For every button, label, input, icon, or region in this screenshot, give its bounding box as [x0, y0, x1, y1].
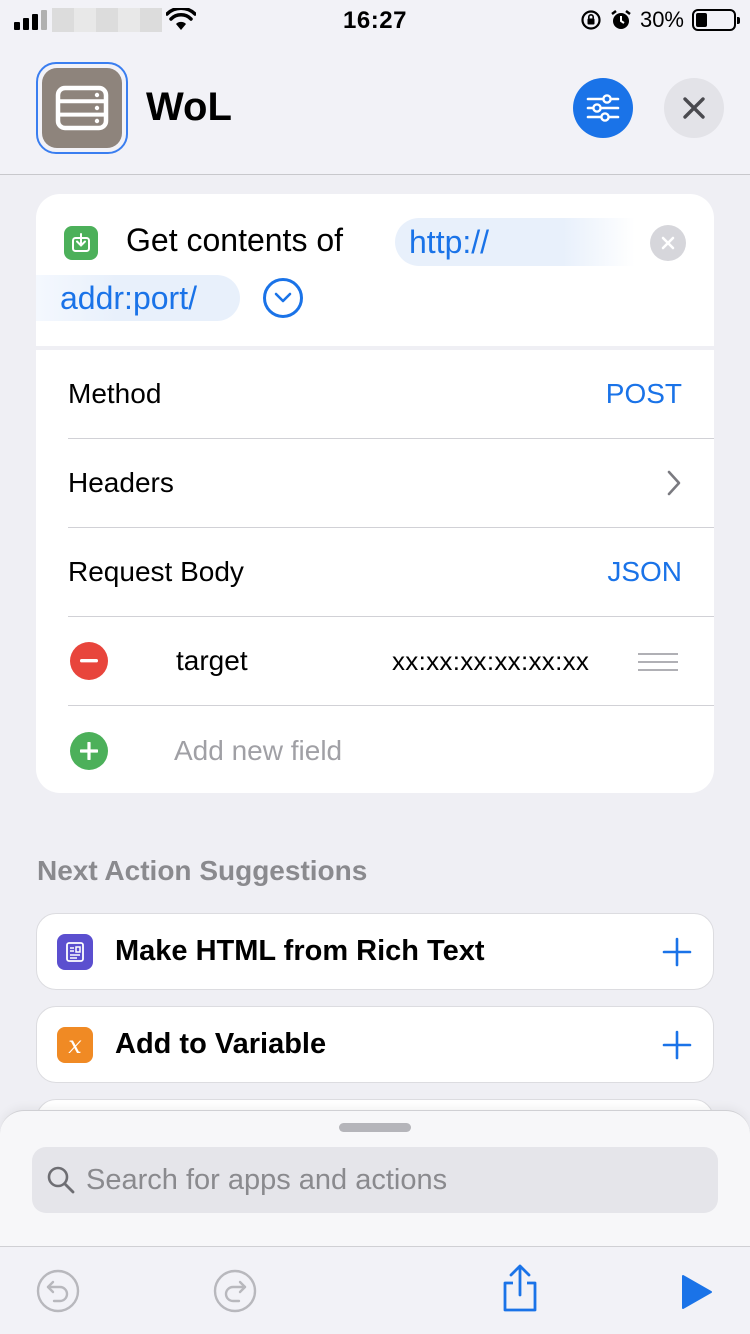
method-row[interactable]: Method POST	[68, 350, 714, 439]
suggestion-label: Add to Variable	[115, 1028, 327, 1060]
field-value[interactable]: xx:xx:xx:xx:xx:xx	[392, 646, 589, 677]
suggestion-add-to-variable[interactable]: x Add to Variable	[36, 1006, 714, 1083]
chevron-right-icon	[667, 470, 681, 496]
shortcut-icon-button[interactable]	[36, 62, 128, 154]
headers-label: Headers	[68, 467, 174, 498]
server-icon	[42, 68, 122, 148]
chevron-down-icon	[274, 292, 292, 303]
undo-icon[interactable]	[36, 1269, 80, 1313]
sheet-grabber[interactable]	[339, 1123, 411, 1132]
editor-toolbar	[0, 1246, 750, 1334]
add-field-row[interactable]: Add new field	[68, 706, 714, 793]
action-prefix: Get contents of	[126, 222, 344, 258]
action-header: Get contents of http:// addr:port/	[36, 194, 714, 346]
expand-options-button[interactable]	[263, 278, 303, 318]
headers-row[interactable]: Headers	[68, 439, 714, 528]
json-field-row: target xx:xx:xx:xx:xx:xx	[68, 617, 714, 706]
settings-button[interactable]	[573, 78, 633, 138]
action-search-sheet	[0, 1110, 750, 1250]
add-field-label: Add new field	[174, 734, 343, 766]
plus-icon[interactable]	[661, 936, 693, 968]
minus-icon	[80, 659, 98, 663]
field-key[interactable]: target	[176, 645, 248, 677]
method-label: Method	[68, 378, 162, 409]
close-icon	[683, 97, 705, 119]
plus-icon[interactable]	[661, 1029, 693, 1061]
request-body-label: Request Body	[68, 556, 244, 587]
play-icon[interactable]	[680, 1273, 714, 1311]
get-contents-action-card: Get contents of http:// addr:port/ Metho…	[36, 194, 714, 793]
search-icon	[47, 1166, 75, 1194]
clear-url-button[interactable]	[650, 225, 686, 261]
drag-handle-icon[interactable]	[638, 652, 678, 672]
orientation-lock-icon	[581, 10, 601, 30]
suggestion-label: Make HTML from Rich Text	[115, 935, 485, 967]
url-token[interactable]: http://	[395, 218, 635, 266]
status-bar: 16:27 30%	[0, 0, 750, 42]
remove-field-button[interactable]	[70, 642, 108, 680]
share-icon[interactable]	[498, 1263, 542, 1313]
close-icon	[661, 236, 675, 250]
battery-percent: 30%	[639, 7, 684, 32]
search-bar[interactable]	[32, 1147, 718, 1213]
battery-icon	[692, 9, 740, 31]
method-value[interactable]: POST	[606, 378, 682, 410]
search-input[interactable]	[86, 1163, 686, 1197]
url-token-continued[interactable]: addr:port/	[36, 275, 240, 321]
add-field-button[interactable]	[70, 731, 108, 770]
sliders-icon	[586, 94, 620, 122]
alarm-icon	[611, 10, 631, 29]
rich-text-icon	[57, 933, 93, 970]
redo-icon[interactable]	[213, 1269, 257, 1313]
variable-icon: x	[57, 1026, 93, 1063]
plus-icon	[80, 741, 98, 760]
battery-fill	[696, 13, 707, 27]
download-icon	[64, 226, 98, 260]
shortcut-title[interactable]: WoL	[146, 85, 232, 130]
suggestions-title: Next Action Suggestions	[37, 855, 368, 886]
suggestion-make-html[interactable]: Make HTML from Rich Text	[36, 913, 714, 990]
request-body-value[interactable]: JSON	[607, 556, 682, 588]
close-button[interactable]	[664, 78, 724, 138]
shortcut-header: WoL	[0, 42, 750, 175]
request-body-row[interactable]: Request Body JSON	[68, 528, 714, 617]
